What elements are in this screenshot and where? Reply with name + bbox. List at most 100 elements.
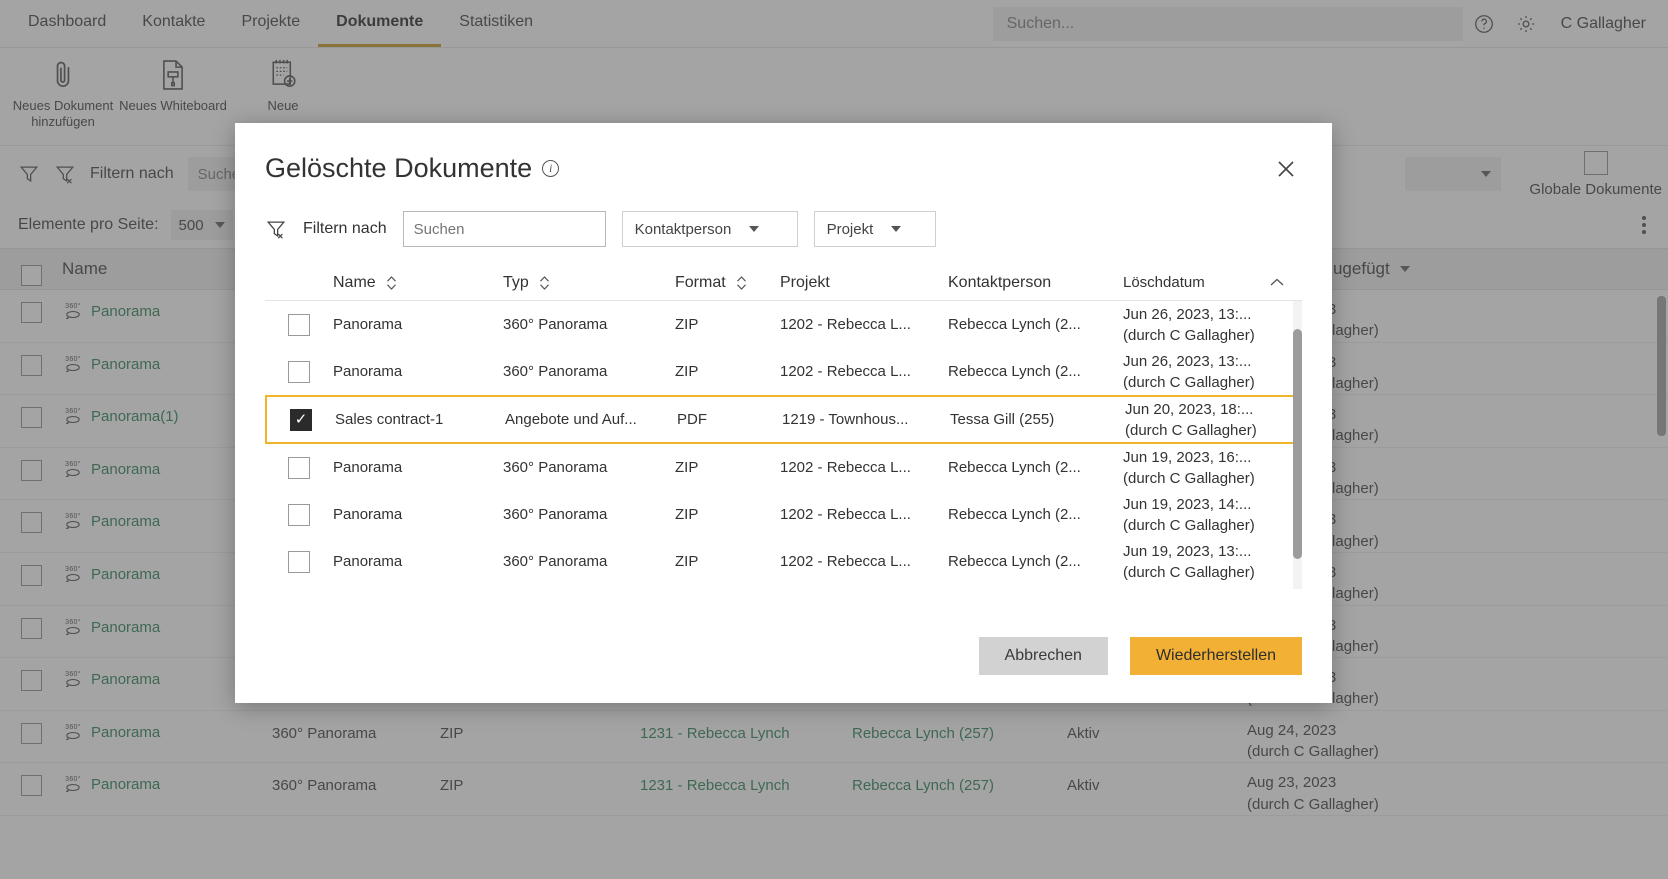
cell-kontaktperson: Rebecca Lynch (2...	[948, 459, 1123, 476]
cell-projekt: 1202 - Rebecca L...	[780, 459, 948, 476]
table-row[interactable]: Panorama 360° Panorama ZIP 1202 - Rebecc…	[265, 491, 1302, 538]
cell-format: ZIP	[675, 316, 780, 333]
column-label: Name	[333, 274, 376, 292]
table-scrollbar[interactable]	[1293, 301, 1302, 589]
table-row[interactable]: Panorama 360° Panorama ZIP 1202 - Rebecc…	[265, 444, 1302, 491]
funnel-clear-icon[interactable]	[265, 218, 287, 240]
cell-kontaktperson: Rebecca Lynch (2...	[948, 363, 1123, 380]
dialog-footer: Abbrechen Wiederherstellen	[235, 615, 1332, 703]
cell-kontaktperson: Rebecca Lynch (2...	[948, 316, 1123, 333]
cell-loeschdatum: Jun 19, 2023, 16:... (durch C Gallagher)	[1123, 447, 1302, 489]
cell-format: ZIP	[675, 506, 780, 523]
row-checkbox-cell[interactable]	[265, 504, 333, 526]
row-checkbox[interactable]	[288, 457, 310, 479]
close-icon[interactable]	[1270, 153, 1302, 185]
sort-unsorted-icon	[539, 275, 550, 291]
delete-date-value: Jun 20, 2023, 18:...	[1125, 399, 1300, 420]
column-header-typ[interactable]: Typ	[503, 274, 675, 292]
column-header-kontaktperson[interactable]: Kontaktperson	[948, 274, 1123, 292]
cancel-button[interactable]: Abbrechen	[979, 637, 1108, 675]
row-checkbox-cell[interactable]	[265, 314, 333, 336]
cell-format: ZIP	[675, 459, 780, 476]
cell-name: Panorama	[333, 459, 503, 476]
row-checkbox-cell[interactable]	[265, 551, 333, 573]
delete-date-value: Jun 19, 2023, 13:...	[1123, 541, 1302, 562]
delete-date-author: (durch C Gallagher)	[1123, 515, 1302, 536]
deleted-documents-dialog: Gelöschte Dokumente i Filtern nach Konta…	[235, 123, 1332, 703]
delete-date-value: Jun 26, 2023, 13:...	[1123, 351, 1302, 372]
cell-name: Panorama	[333, 553, 503, 570]
cell-loeschdatum: Jun 20, 2023, 18:... (durch C Gallagher)	[1125, 399, 1300, 441]
delete-date-author: (durch C Gallagher)	[1123, 372, 1302, 393]
page-title: Gelöschte Dokumente	[265, 153, 532, 184]
cell-projekt: 1202 - Rebecca L...	[780, 506, 948, 523]
cell-loeschdatum: Jun 19, 2023, 14:... (durch C Gallagher)	[1123, 494, 1302, 536]
row-checkbox-cell[interactable]	[265, 361, 333, 383]
column-header-format[interactable]: Format	[675, 274, 780, 292]
deleted-documents-table: Name Typ Format Projekt Kontaktperson	[265, 265, 1302, 615]
column-label: Typ	[503, 274, 529, 292]
cell-typ: 360° Panorama	[503, 553, 675, 570]
row-checkbox[interactable]	[288, 551, 310, 573]
table-row-selected[interactable]: Sales contract-1 Angebote und Auf... PDF…	[265, 395, 1302, 444]
restore-button[interactable]: Wiederherstellen	[1130, 637, 1302, 675]
row-checkbox[interactable]	[288, 314, 310, 336]
delete-date-author: (durch C Gallagher)	[1123, 562, 1302, 583]
project-value: Projekt	[827, 221, 874, 238]
dialog-title-row: Gelöschte Dokumente i	[265, 153, 559, 184]
table-row[interactable]: Panorama 360° Panorama ZIP 1202 - Rebecc…	[265, 348, 1302, 395]
table-body: Panorama 360° Panorama ZIP 1202 - Rebecc…	[265, 301, 1302, 589]
cell-projekt: 1202 - Rebecca L...	[780, 316, 948, 333]
cell-typ: 360° Panorama	[503, 316, 675, 333]
cell-kontaktperson: Tessa Gill (255)	[950, 411, 1125, 428]
sort-unsorted-icon	[736, 275, 747, 291]
column-header-loeschdatum[interactable]: Löschdatum	[1123, 272, 1302, 293]
cell-name: Panorama	[333, 316, 503, 333]
cell-loeschdatum: Jun 26, 2023, 13:... (durch C Gallagher)	[1123, 351, 1302, 393]
column-label: Format	[675, 274, 726, 292]
cell-name: Panorama	[333, 363, 503, 380]
dialog-search-input[interactable]	[403, 211, 606, 247]
delete-date-author: (durch C Gallagher)	[1125, 420, 1300, 441]
cell-name: Panorama	[333, 506, 503, 523]
chevron-down-icon	[891, 226, 901, 232]
cell-loeschdatum: Jun 26, 2023, 13:... (durch C Gallagher)	[1123, 304, 1302, 346]
delete-date-author: (durch C Gallagher)	[1123, 468, 1302, 489]
chevron-down-icon	[749, 226, 759, 232]
delete-date-author: (durch C Gallagher)	[1123, 325, 1302, 346]
column-header-projekt[interactable]: Projekt	[780, 274, 948, 292]
cell-format: PDF	[677, 411, 782, 428]
dialog-filter-label: Filtern nach	[303, 220, 387, 238]
table-row[interactable]: Panorama 360° Panorama ZIP 1202 - Rebecc…	[265, 301, 1302, 348]
table-row[interactable]: Panorama 360° Panorama ZIP 1202 - Rebecc…	[265, 538, 1302, 585]
cell-typ: 360° Panorama	[503, 506, 675, 523]
delete-date-value: Jun 26, 2023, 13:...	[1123, 304, 1302, 325]
table-scrollbar-thumb[interactable]	[1293, 329, 1302, 559]
sort-ascending-icon	[1269, 277, 1285, 288]
column-label: Kontaktperson	[948, 274, 1051, 291]
dialog-header: Gelöschte Dokumente i	[235, 123, 1332, 185]
row-checkbox-cell[interactable]	[267, 409, 335, 431]
row-checkbox-checked[interactable]	[290, 409, 312, 431]
column-header-name[interactable]: Name	[333, 274, 503, 292]
cell-kontaktperson: Rebecca Lynch (2...	[948, 553, 1123, 570]
sort-unsorted-icon	[386, 275, 397, 291]
delete-date-value: Jun 19, 2023, 16:...	[1123, 447, 1302, 468]
row-checkbox[interactable]	[288, 504, 310, 526]
dialog-filter-row: Filtern nach Kontaktperson Projekt	[235, 185, 1332, 247]
cell-typ: Angebote und Auf...	[505, 411, 677, 428]
cell-kontaktperson: Rebecca Lynch (2...	[948, 506, 1123, 523]
table-header-row: Name Typ Format Projekt Kontaktperson	[265, 265, 1302, 301]
cell-projekt: 1219 - Townhous...	[782, 411, 950, 428]
cell-typ: 360° Panorama	[503, 363, 675, 380]
row-checkbox[interactable]	[288, 361, 310, 383]
column-label: Projekt	[780, 274, 830, 291]
row-checkbox-cell[interactable]	[265, 457, 333, 479]
cell-loeschdatum: Jun 19, 2023, 13:... (durch C Gallagher)	[1123, 541, 1302, 583]
cell-format: ZIP	[675, 553, 780, 570]
contact-person-value: Kontaktperson	[635, 221, 732, 238]
cell-projekt: 1202 - Rebecca L...	[780, 363, 948, 380]
contact-person-select[interactable]: Kontaktperson	[622, 211, 798, 247]
info-circle-icon[interactable]: i	[542, 160, 559, 177]
project-select[interactable]: Projekt	[814, 211, 936, 247]
